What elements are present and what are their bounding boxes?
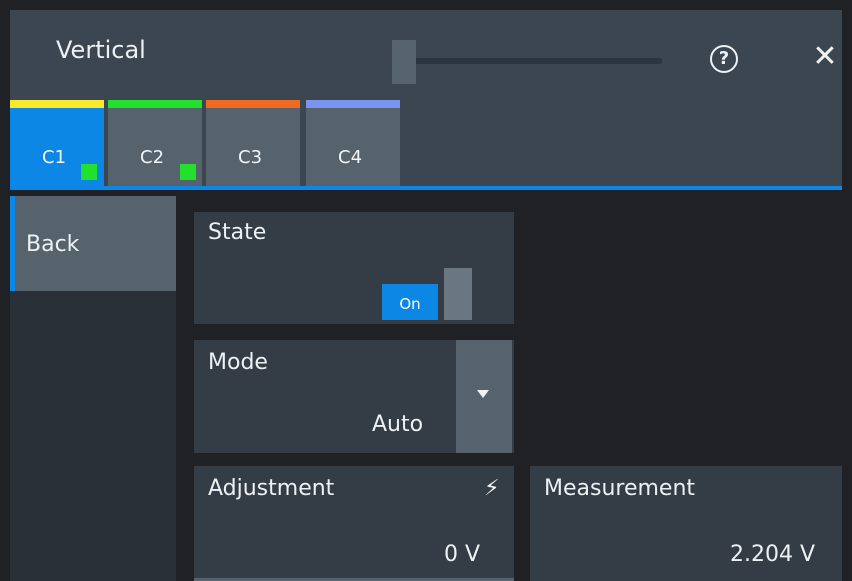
adjustment-control[interactable]: Adjustment ⚡ 0 V [194,466,514,581]
dialog-title: Vertical [56,36,146,64]
tab-c4-label: C4 [338,147,363,168]
tab-c3-label: C3 [238,147,263,168]
transparency-slider-track[interactable] [394,58,662,64]
chevron-down-icon [477,390,489,398]
measurement-label: Measurement [544,476,696,501]
adjustment-value: 0 V [444,542,481,567]
tab-c1-color-stripe [10,100,104,108]
measurement-display: Measurement 2.204 V [530,466,842,581]
tab-c3-color-stripe [206,100,300,108]
tab-c1[interactable]: C1 [10,100,104,186]
tab-bar-underline [10,186,842,190]
mode-control[interactable]: Mode Auto [194,340,514,453]
tab-c1-label: C1 [42,147,67,168]
lightning-bolt-icon: ⚡ [484,476,500,501]
close-icon[interactable]: ✕ [810,42,840,72]
dialog-header: Vertical ? ✕ [10,10,842,88]
back-button-label: Back [26,232,80,257]
mode-dropdown-button[interactable] [456,340,512,453]
transparency-slider-thumb[interactable] [392,40,416,84]
back-button-accent [10,196,15,291]
mode-value: Auto [372,412,424,437]
state-toggle-on[interactable]: On [382,284,438,320]
tab-c2-enabled-indicator [180,164,196,180]
state-toggle-knob[interactable] [444,268,472,320]
channel-tab-bar: C1 C2 C3 C4 [10,88,842,186]
tab-c2-color-stripe [108,100,202,108]
tab-c2[interactable]: C2 [108,100,202,186]
tab-c2-label: C2 [140,147,165,168]
tab-c1-enabled-indicator [81,164,97,180]
help-circle-icon[interactable]: ? [710,45,738,73]
tab-c4[interactable]: C4 [306,100,400,186]
adjustment-label: Adjustment [208,476,335,501]
back-button[interactable]: Back [10,196,176,291]
measurement-value: 2.204 V [730,542,816,567]
tab-c4-color-stripe [306,100,400,108]
vertical-dialog: Vertical ? ✕ C1 C2 C3 C4 Back State On M… [0,0,852,581]
state-label: State [208,220,267,245]
state-control: State On [194,212,514,324]
mode-label: Mode [208,350,268,375]
tab-c3[interactable]: C3 [206,100,300,186]
